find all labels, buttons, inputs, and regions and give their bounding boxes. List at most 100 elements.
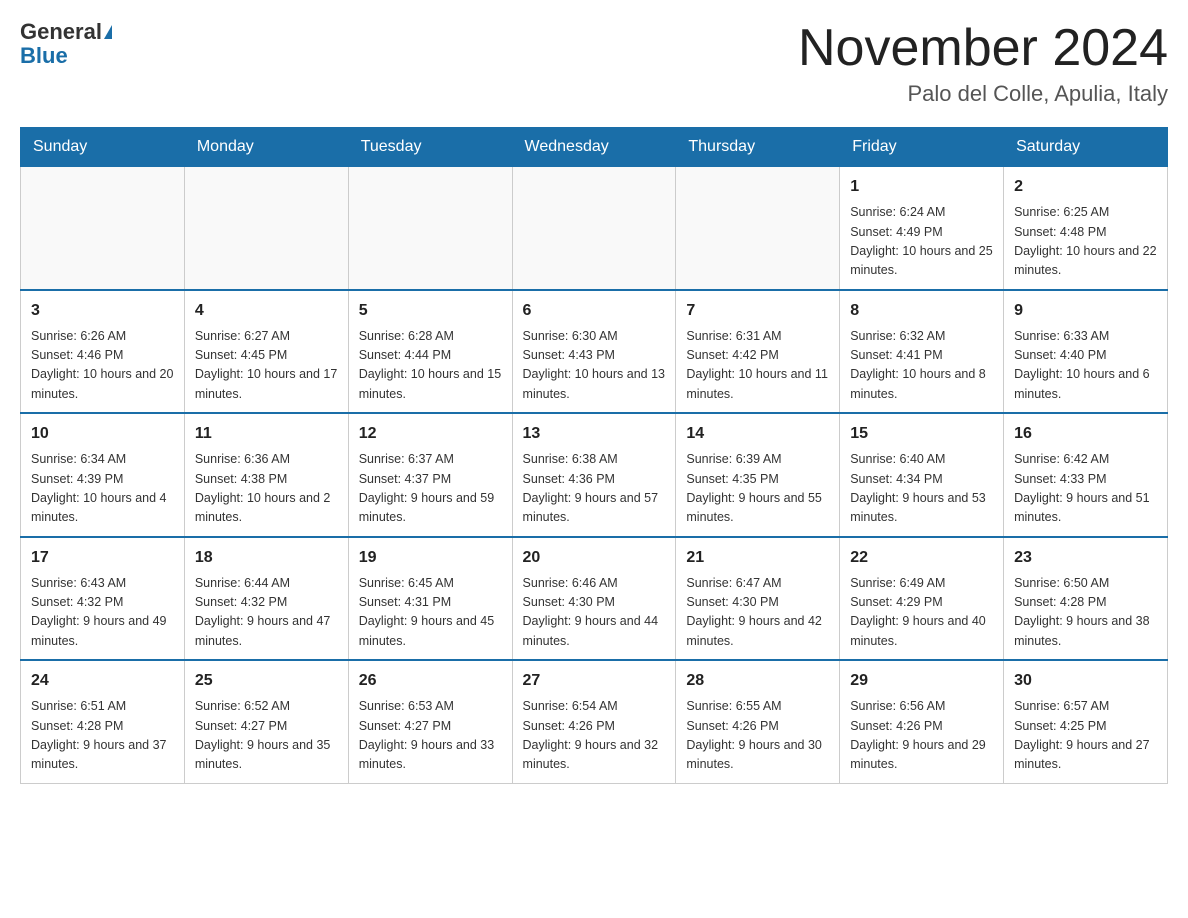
calendar-cell: 10Sunrise: 6:34 AM Sunset: 4:39 PM Dayli…: [21, 413, 185, 537]
day-info: Sunrise: 6:46 AM Sunset: 4:30 PM Dayligh…: [523, 574, 666, 652]
day-info: Sunrise: 6:27 AM Sunset: 4:45 PM Dayligh…: [195, 327, 338, 405]
day-number: 13: [523, 422, 666, 446]
calendar-cell: 6 Sunrise: 6:30 AM Sunset: 4:43 PM Daylig…: [512, 290, 676, 414]
day-number: 29: [850, 669, 993, 693]
day-number: 3: [31, 299, 174, 323]
calendar-cell: 4 Sunrise: 6:27 AM Sunset: 4:45 PM Daylig…: [184, 290, 348, 414]
calendar-cell: [676, 167, 840, 290]
day-number: 23: [1014, 546, 1157, 570]
calendar-cell: 11 Sunrise: 6:36 AM Sunset: 4:38 PM Dayli…: [184, 413, 348, 537]
calendar-cell: 5 Sunrise: 6:28 AM Sunset: 4:44 PM Daylig…: [348, 290, 512, 414]
day-info: Sunrise: 6:24 AM Sunset: 4:49 PM Dayligh…: [850, 203, 993, 281]
day-number: 4: [195, 299, 338, 323]
day-number: 7: [686, 299, 829, 323]
day-info: Sunrise: 6:54 AM Sunset: 4:26 PM Dayligh…: [523, 697, 666, 775]
weekday-header-wednesday: Wednesday: [512, 128, 676, 167]
logo-general-text: General: [20, 20, 102, 44]
calendar-cell: [348, 167, 512, 290]
day-info: Sunrise: 6:38 AM Sunset: 4:36 PM Dayligh…: [523, 450, 666, 528]
logo-triangle-icon: [104, 25, 112, 39]
day-number: 15: [850, 422, 993, 446]
day-info: Sunrise: 6:42 AM Sunset: 4:33 PM Dayligh…: [1014, 450, 1157, 528]
day-info: Sunrise: 6:25 AM Sunset: 4:48 PM Dayligh…: [1014, 203, 1157, 281]
calendar-cell: 12 Sunrise: 6:37 AM Sunset: 4:37 PM Dayli…: [348, 413, 512, 537]
calendar-cell: 19 Sunrise: 6:45 AM Sunset: 4:31 PM Dayli…: [348, 537, 512, 661]
day-info: Sunrise: 6:30 AM Sunset: 4:43 PM Dayligh…: [523, 327, 666, 405]
calendar-cell: 3 Sunrise: 6:26 AM Sunset: 4:46 PM Daylig…: [21, 290, 185, 414]
calendar-cell: 14Sunrise: 6:39 AM Sunset: 4:35 PM Dayli…: [676, 413, 840, 537]
day-info: Sunrise: 6:43 AM Sunset: 4:32 PM Dayligh…: [31, 574, 174, 652]
day-info: Sunrise: 6:50 AM Sunset: 4:28 PM Dayligh…: [1014, 574, 1157, 652]
day-number: 6: [523, 299, 666, 323]
calendar-cell: 22 Sunrise: 6:49 AM Sunset: 4:29 PM Dayli…: [840, 537, 1004, 661]
weekday-header-friday: Friday: [840, 128, 1004, 167]
day-number: 25: [195, 669, 338, 693]
calendar-cell: 23 Sunrise: 6:50 AM Sunset: 4:28 PM Dayli…: [1004, 537, 1168, 661]
day-number: 22: [850, 546, 993, 570]
day-info: Sunrise: 6:57 AM Sunset: 4:25 PM Dayligh…: [1014, 697, 1157, 775]
day-info: Sunrise: 6:33 AM Sunset: 4:40 PM Dayligh…: [1014, 327, 1157, 405]
logo: General Blue: [20, 20, 112, 68]
calendar-cell: 30 Sunrise: 6:57 AM Sunset: 4:25 PM Dayli…: [1004, 660, 1168, 783]
day-number: 28: [686, 669, 829, 693]
calendar-cell: [512, 167, 676, 290]
title-block: November 2024 Palo del Colle, Apulia, It…: [798, 20, 1168, 107]
day-info: Sunrise: 6:36 AM Sunset: 4:38 PM Dayligh…: [195, 450, 338, 528]
day-info: Sunrise: 6:26 AM Sunset: 4:46 PM Dayligh…: [31, 327, 174, 405]
day-number: 21: [686, 546, 829, 570]
calendar-cell: 15Sunrise: 6:40 AM Sunset: 4:34 PM Dayli…: [840, 413, 1004, 537]
month-title: November 2024: [798, 20, 1168, 77]
calendar-week-row: 17 Sunrise: 6:43 AM Sunset: 4:32 PM Dayli…: [21, 537, 1168, 661]
calendar-cell: 28Sunrise: 6:55 AM Sunset: 4:26 PM Dayli…: [676, 660, 840, 783]
day-number: 8: [850, 299, 993, 323]
calendar-cell: [184, 167, 348, 290]
day-info: Sunrise: 6:32 AM Sunset: 4:41 PM Dayligh…: [850, 327, 993, 405]
day-info: Sunrise: 6:28 AM Sunset: 4:44 PM Dayligh…: [359, 327, 502, 405]
weekday-header-saturday: Saturday: [1004, 128, 1168, 167]
calendar-cell: 24Sunrise: 6:51 AM Sunset: 4:28 PM Dayli…: [21, 660, 185, 783]
day-info: Sunrise: 6:47 AM Sunset: 4:30 PM Dayligh…: [686, 574, 829, 652]
calendar-cell: 27Sunrise: 6:54 AM Sunset: 4:26 PM Dayli…: [512, 660, 676, 783]
calendar-cell: 29 Sunrise: 6:56 AM Sunset: 4:26 PM Dayli…: [840, 660, 1004, 783]
day-number: 19: [359, 546, 502, 570]
day-number: 20: [523, 546, 666, 570]
weekday-header-thursday: Thursday: [676, 128, 840, 167]
calendar-cell: 17 Sunrise: 6:43 AM Sunset: 4:32 PM Dayli…: [21, 537, 185, 661]
day-number: 12: [359, 422, 502, 446]
day-info: Sunrise: 6:53 AM Sunset: 4:27 PM Dayligh…: [359, 697, 502, 775]
page-header: General Blue November 2024 Palo del Coll…: [20, 20, 1168, 107]
calendar-cell: 21 Sunrise: 6:47 AM Sunset: 4:30 PM Dayli…: [676, 537, 840, 661]
day-number: 11: [195, 422, 338, 446]
day-number: 5: [359, 299, 502, 323]
calendar-cell: 7 Sunrise: 6:31 AM Sunset: 4:42 PM Daylig…: [676, 290, 840, 414]
calendar-cell: 26 Sunrise: 6:53 AM Sunset: 4:27 PM Dayli…: [348, 660, 512, 783]
calendar-cell: 18Sunrise: 6:44 AM Sunset: 4:32 PM Dayli…: [184, 537, 348, 661]
calendar-header-row: SundayMondayTuesdayWednesdayThursdayFrid…: [21, 128, 1168, 167]
day-number: 9: [1014, 299, 1157, 323]
calendar-cell: 9 Sunrise: 6:33 AM Sunset: 4:40 PM Daylig…: [1004, 290, 1168, 414]
calendar-cell: 2 Sunrise: 6:25 AM Sunset: 4:48 PM Daylig…: [1004, 167, 1168, 290]
day-info: Sunrise: 6:37 AM Sunset: 4:37 PM Dayligh…: [359, 450, 502, 528]
calendar-week-row: 10Sunrise: 6:34 AM Sunset: 4:39 PM Dayli…: [21, 413, 1168, 537]
day-info: Sunrise: 6:56 AM Sunset: 4:26 PM Dayligh…: [850, 697, 993, 775]
day-number: 18: [195, 546, 338, 570]
day-info: Sunrise: 6:31 AM Sunset: 4:42 PM Dayligh…: [686, 327, 829, 405]
day-info: Sunrise: 6:45 AM Sunset: 4:31 PM Dayligh…: [359, 574, 502, 652]
day-number: 26: [359, 669, 502, 693]
calendar-cell: 8 Sunrise: 6:32 AM Sunset: 4:41 PM Daylig…: [840, 290, 1004, 414]
calendar-cell: 16Sunrise: 6:42 AM Sunset: 4:33 PM Dayli…: [1004, 413, 1168, 537]
calendar-cell: 13 Sunrise: 6:38 AM Sunset: 4:36 PM Dayli…: [512, 413, 676, 537]
calendar-week-row: 1 Sunrise: 6:24 AM Sunset: 4:49 PM Daylig…: [21, 167, 1168, 290]
logo-blue-text: Blue: [20, 44, 112, 68]
day-number: 30: [1014, 669, 1157, 693]
calendar-cell: [21, 167, 185, 290]
day-number: 14: [686, 422, 829, 446]
day-number: 17: [31, 546, 174, 570]
calendar-week-row: 3 Sunrise: 6:26 AM Sunset: 4:46 PM Daylig…: [21, 290, 1168, 414]
location-text: Palo del Colle, Apulia, Italy: [798, 81, 1168, 107]
calendar-table: SundayMondayTuesdayWednesdayThursdayFrid…: [20, 127, 1168, 784]
day-number: 1: [850, 175, 993, 199]
day-info: Sunrise: 6:51 AM Sunset: 4:28 PM Dayligh…: [31, 697, 174, 775]
day-info: Sunrise: 6:49 AM Sunset: 4:29 PM Dayligh…: [850, 574, 993, 652]
day-number: 2: [1014, 175, 1157, 199]
